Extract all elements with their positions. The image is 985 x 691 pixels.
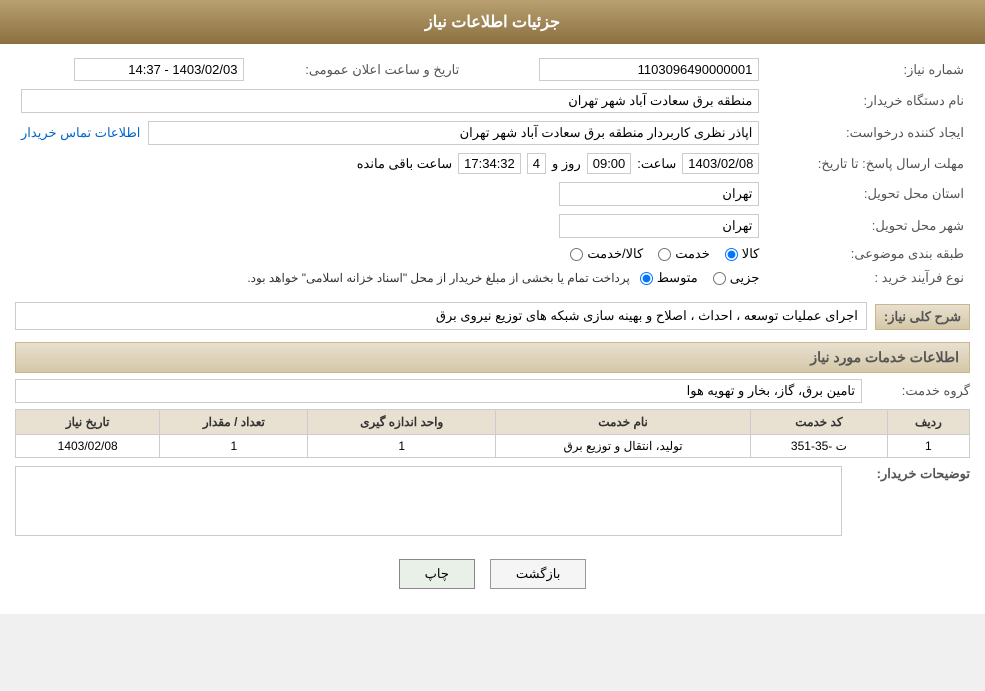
noe-farayand-radio-group: جزیی متوسط (640, 270, 760, 286)
sharh-value-box: اجرای عملیات توسعه ، احداث ، اصلاح و بهی… (15, 302, 867, 330)
time-row: 1403/02/08 ساعت: 09:00 روز و 4 17:34:32 (21, 153, 759, 174)
eijad-box: اپاذر نظری کاربردار منطقه برق سعادت آباد… (148, 121, 759, 145)
sharh-row: شرح کلی نیاز: اجرای عملیات توسعه ، احداث… (15, 298, 970, 336)
tabaghe-radio-group: کالا خدمت کالا/خدمت (21, 246, 759, 262)
table-body: 1ت -35-351تولید، انتقال و توزیع برق11140… (16, 435, 970, 458)
col-name: نام خدمت (496, 410, 751, 435)
shomare-niaz-label: شماره نیاز: (765, 54, 970, 85)
tousih-label: توضیحات خریدار: (850, 466, 970, 482)
col-tedad: تعداد / مقدار (160, 410, 308, 435)
back-button[interactable]: بازگشت (490, 559, 586, 589)
row-ostan: استان محل تحویل: تهران (15, 178, 970, 210)
eijad-label: ایجاد کننده درخواست: (765, 117, 970, 149)
taarikh-aalan-label: تاریخ و ساعت اعلان عمومی: (250, 54, 465, 85)
moohlat-saat-box: 09:00 (587, 153, 632, 174)
goroh-row: گروه خدمت: تامین برق، گاز، بخار و تهویه … (15, 379, 970, 403)
remaining-time-box: 17:34:32 (458, 153, 521, 174)
header-title: جزئیات اطلاعات نیاز (425, 14, 560, 31)
row-tabaghe: طبقه بندی موضوعی: کالا خدمت کالا/خدمت (15, 242, 970, 266)
table-cell-tedad: 1 (160, 435, 308, 458)
moohlat-value: 1403/02/08 ساعت: 09:00 روز و 4 17:34:32 (15, 149, 765, 178)
table-header-row: ردیف کد خدمت نام خدمت واحد اندازه گیری ت… (16, 410, 970, 435)
row-shomare-taarikh: شماره نیاز: 1103096490000001 تاریخ و ساع… (15, 54, 970, 85)
table-cell-vahed: 1 (308, 435, 496, 458)
eijad-value: اپاذر نظری کاربردار منطقه برق سعادت آباد… (15, 117, 765, 149)
noe-farayand-value: جزیی متوسط پرداخت تمام یا بخشی از مبلغ خ… (15, 266, 765, 290)
tabaghe-label: طبقه بندی موضوعی: (765, 242, 970, 266)
khadamat-section-header: اطلاعات خدمات مورد نیاز (15, 342, 970, 373)
col-radif: ردیف (887, 410, 969, 435)
noe-farayand-note: پرداخت تمام یا بخشی از مبلغ خریدار از مح… (247, 271, 630, 285)
shomare-niaz-value: 1103096490000001 (465, 54, 765, 85)
namedastgah-box: منطقه برق سعادت آباد شهر تهران (21, 89, 759, 113)
tabaghe-kala-option[interactable]: کالا (725, 246, 760, 262)
noe-jozii-option[interactable]: جزیی (713, 270, 760, 286)
table-cell-radif: 1 (887, 435, 969, 458)
shahr-label: شهر محل تحویل: (765, 210, 970, 242)
namedastgah-label: نام دستگاه خریدار: (765, 85, 970, 117)
moohlat-label: مهلت ارسال پاسخ: تا تاریخ: (765, 149, 970, 178)
content-area: شماره نیاز: 1103096490000001 تاریخ و ساع… (0, 44, 985, 614)
goroh-value-box: تامین برق، گاز، بخار و تهویه هوا (15, 379, 862, 403)
rooz-label: روز و (552, 156, 581, 172)
khadamat-table: ردیف کد خدمت نام خدمت واحد اندازه گیری ت… (15, 409, 970, 458)
page-wrapper: جزئیات اطلاعات نیاز شماره نیاز: 11030964… (0, 0, 985, 614)
row-eijad: ایجاد کننده درخواست: اپاذر نظری کاربردار… (15, 117, 970, 149)
row-noe-farayand: نوع فرآیند خرید : جزیی متوسط (15, 266, 970, 290)
moohlat-rooz-box: 4 (527, 153, 546, 174)
ostan-box: تهران (559, 182, 759, 206)
ostan-value: تهران (15, 178, 765, 210)
taarikh-aalan-box: 1403/02/03 - 14:37 (74, 58, 244, 81)
noe-motavasset-radio[interactable] (640, 272, 653, 285)
row-moohlat: مهلت ارسال پاسخ: تا تاریخ: 1403/02/08 سا… (15, 149, 970, 178)
table-row: 1ت -35-351تولید، انتقال و توزیع برق11140… (16, 435, 970, 458)
moohlat-date-box: 1403/02/08 (682, 153, 759, 174)
table-cell-name: تولید، انتقال و توزیع برق (496, 435, 751, 458)
etelaaat-tamas-link[interactable]: اطلاعات تماس خریدار (21, 125, 140, 141)
noe-motavasset-option[interactable]: متوسط (640, 270, 698, 286)
print-button[interactable]: چاپ (399, 559, 475, 589)
saat-label: ساعت: (637, 156, 676, 172)
tousih-textarea[interactable] (15, 466, 842, 536)
taarikh-aalan-value: 1403/02/03 - 14:37 (15, 54, 250, 85)
tabaghe-khedmat-option[interactable]: خدمت (658, 246, 710, 262)
goroh-value-text: تامین برق، گاز، بخار و تهویه هوا (687, 383, 855, 398)
table-head: ردیف کد خدمت نام خدمت واحد اندازه گیری ت… (16, 410, 970, 435)
noe-jozii-radio[interactable] (713, 272, 726, 285)
tabaghe-kala-khedmat-radio[interactable] (570, 248, 583, 261)
remaining-label: ساعت باقی مانده (357, 156, 452, 172)
tabaghe-options: کالا خدمت کالا/خدمت (15, 242, 765, 266)
tabaghe-kala-radio[interactable] (725, 248, 738, 261)
col-vahed: واحد اندازه گیری (308, 410, 496, 435)
table-cell-code: ت -35-351 (751, 435, 888, 458)
noe-farayand-label: نوع فرآیند خرید : (765, 266, 970, 290)
ostan-label: استان محل تحویل: (765, 178, 970, 210)
sharh-value-text: اجرای عملیات توسعه ، احداث ، اصلاح و بهی… (436, 308, 858, 323)
row-shahr: شهر محل تحویل: تهران (15, 210, 970, 242)
goroh-label: گروه خدمت: (870, 383, 970, 399)
tabaghe-kala-khedmat-option[interactable]: کالا/خدمت (570, 246, 643, 262)
shomare-niaz-box: 1103096490000001 (539, 58, 759, 81)
sharh-label: شرح کلی نیاز: (875, 304, 970, 330)
button-row: بازگشت چاپ (15, 544, 970, 604)
row-namedastgah: نام دستگاه خریدار: منطقه برق سعادت آباد … (15, 85, 970, 117)
page-header: جزئیات اطلاعات نیاز (0, 0, 985, 44)
shahr-box: تهران (559, 214, 759, 238)
tabaghe-khedmat-radio[interactable] (658, 248, 671, 261)
main-info-table: شماره نیاز: 1103096490000001 تاریخ و ساع… (15, 54, 970, 290)
col-code: کد خدمت (751, 410, 888, 435)
namedastgah-value: منطقه برق سعادت آباد شهر تهران (15, 85, 765, 117)
shahr-value: تهران (15, 210, 765, 242)
tousih-row: توضیحات خریدار: (15, 466, 970, 536)
table-cell-taarikh: 1403/02/08 (16, 435, 160, 458)
col-taarikh: تاریخ نیاز (16, 410, 160, 435)
